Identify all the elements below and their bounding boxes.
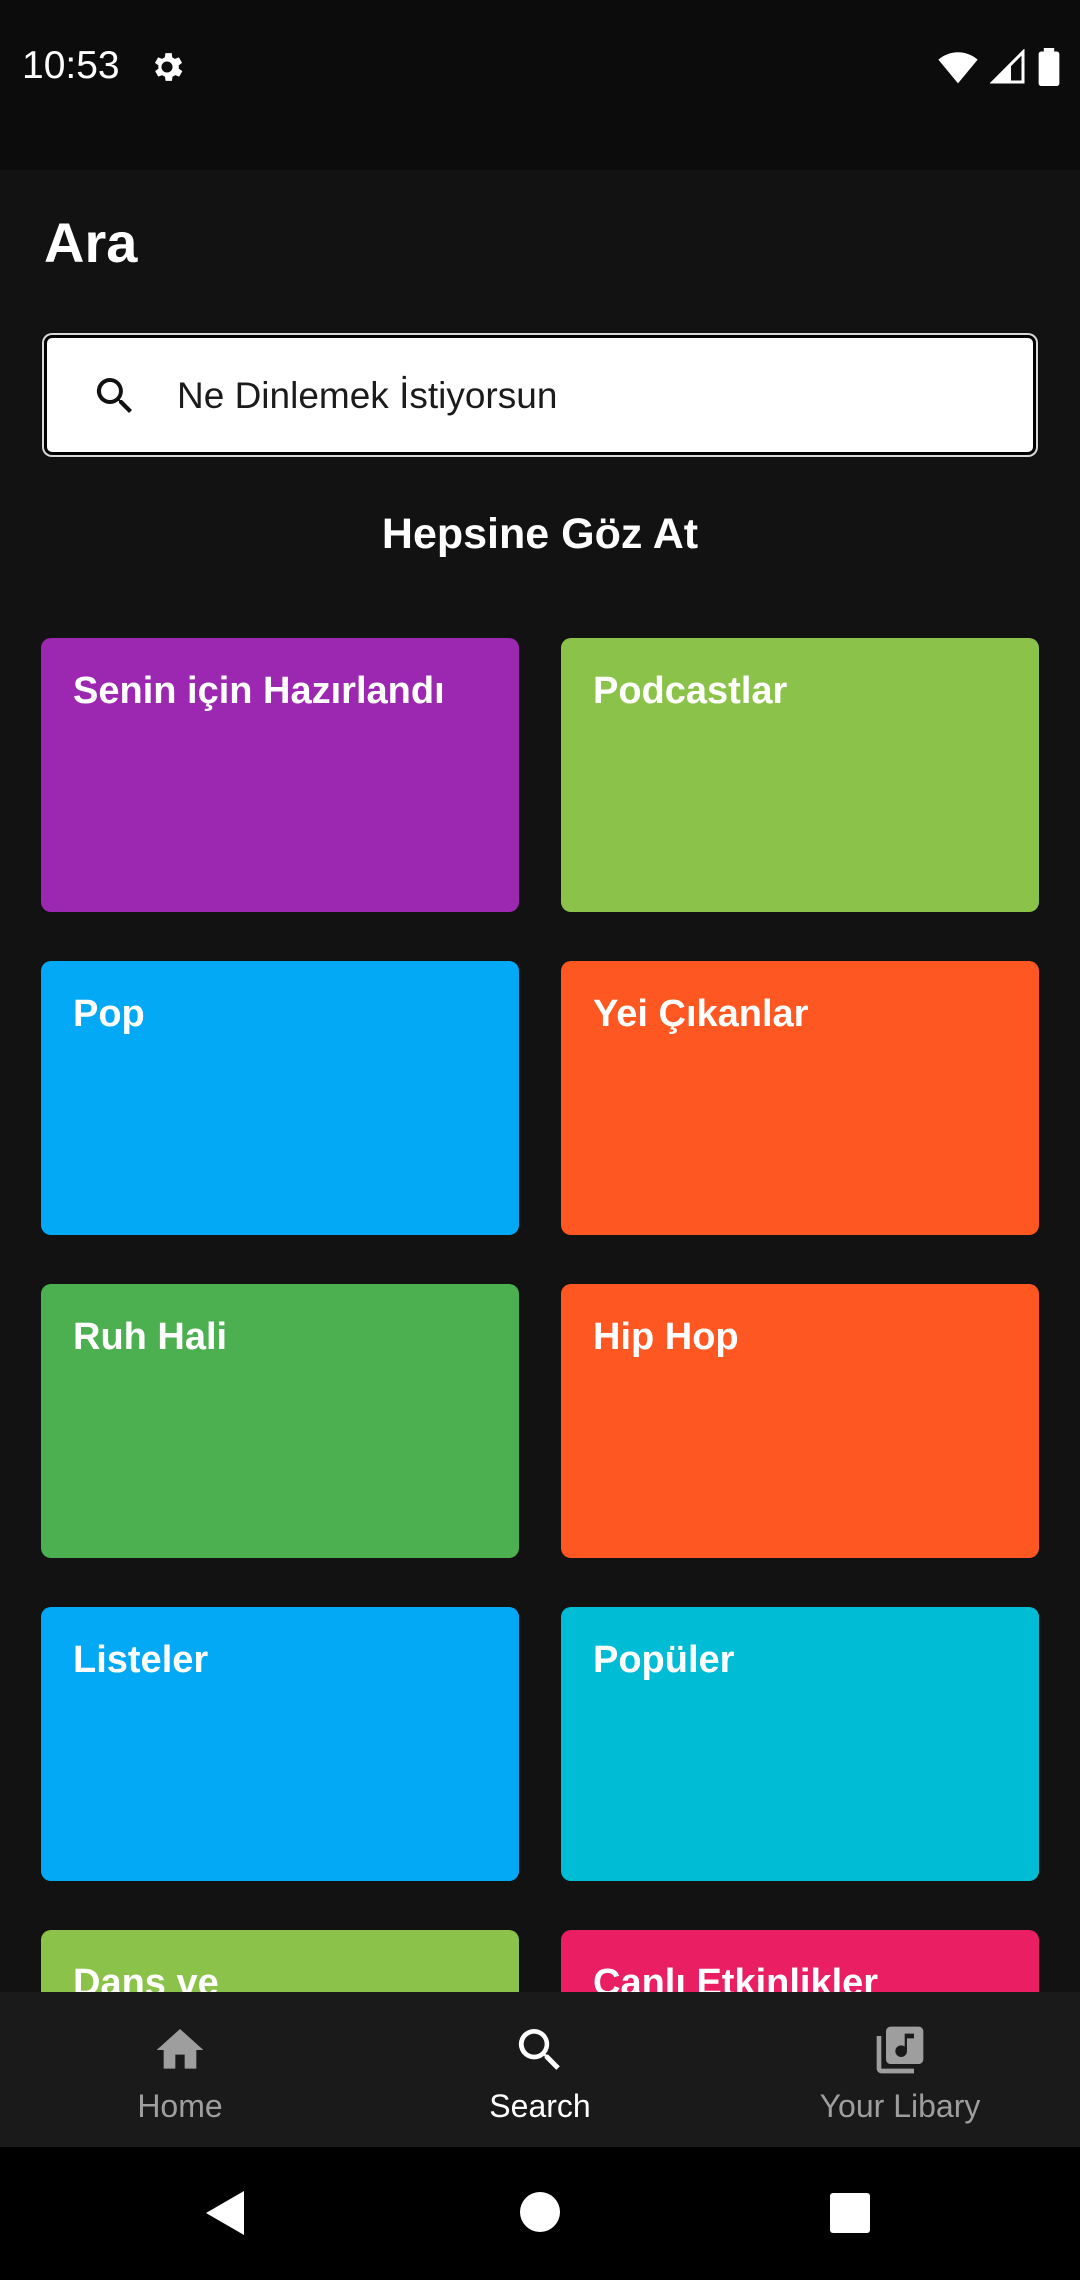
- category-tile[interactable]: Yei Çıkanlar: [561, 961, 1039, 1235]
- category-grid: Senin için Hazırlandı Podcastlar Pop Yei…: [0, 600, 1080, 1992]
- category-tile[interactable]: Hip Hop: [561, 1284, 1039, 1558]
- category-label: Hip Hop: [593, 1316, 739, 1358]
- nav-search[interactable]: Search: [360, 1992, 720, 2147]
- nav-library[interactable]: Your Libary: [720, 1992, 1080, 2147]
- category-tile[interactable]: Listeler: [41, 1607, 519, 1881]
- search-icon: [96, 378, 132, 413]
- nav-search-label: Search: [489, 2088, 591, 2124]
- home-icon: [156, 2029, 204, 2069]
- category-label: Yei Çıkanlar: [593, 993, 809, 1035]
- recents-icon[interactable]: [830, 2193, 870, 2233]
- category-tile[interactable]: Pop: [41, 961, 519, 1235]
- category-tile[interactable]: Popüler: [561, 1607, 1039, 1881]
- home-circle-icon[interactable]: [519, 2191, 561, 2233]
- section-title: Hepsine Göz At: [381, 510, 699, 558]
- settings-icon: [154, 53, 183, 81]
- page-title: Ara: [44, 211, 138, 274]
- signal-icon: [990, 49, 1025, 84]
- battery-icon: [1038, 48, 1060, 86]
- category-label: Podcastlar: [593, 670, 788, 712]
- search-input[interactable]: Ne Dinlemek İstiyorsun: [44, 335, 1036, 455]
- category-label: Listeler: [73, 1639, 209, 1681]
- library-icon: [876, 2026, 924, 2074]
- category-tile[interactable]: Dans ve: [41, 1930, 519, 1992]
- nav-library-label: Your Libary: [819, 2088, 981, 2124]
- category-label: Pop: [73, 993, 145, 1035]
- system-navigation-bar: [0, 2147, 1080, 2280]
- nav-home[interactable]: Home: [0, 1992, 360, 2147]
- category-tile[interactable]: Podcastlar: [561, 638, 1039, 912]
- back-icon[interactable]: [204, 2189, 246, 2237]
- category-tile[interactable]: Ruh Hali: [41, 1284, 519, 1558]
- wifi-icon: [938, 52, 978, 84]
- category-label: Ruh Hali: [73, 1316, 228, 1358]
- category-tile[interactable]: Senin için Hazırlandı: [41, 638, 519, 912]
- bottom-nav: Home Search Your Libary: [0, 1992, 1080, 2147]
- status-bar: 10:53: [0, 0, 1080, 170]
- status-icons: [938, 48, 1060, 86]
- search-icon: [518, 2029, 560, 2070]
- category-tile[interactable]: Canlı Etkinlikler: [561, 1930, 1039, 1992]
- nav-home-label: Home: [137, 2088, 223, 2124]
- category-label: Canlı Etkinlikler: [593, 1962, 879, 1992]
- category-label: Popüler: [593, 1639, 735, 1681]
- status-time: 10:53: [22, 44, 120, 87]
- category-label: Dans ve: [73, 1962, 219, 1992]
- category-label: Senin için Hazırlandı: [73, 670, 445, 712]
- search-placeholder: Ne Dinlemek İstiyorsun: [177, 375, 558, 416]
